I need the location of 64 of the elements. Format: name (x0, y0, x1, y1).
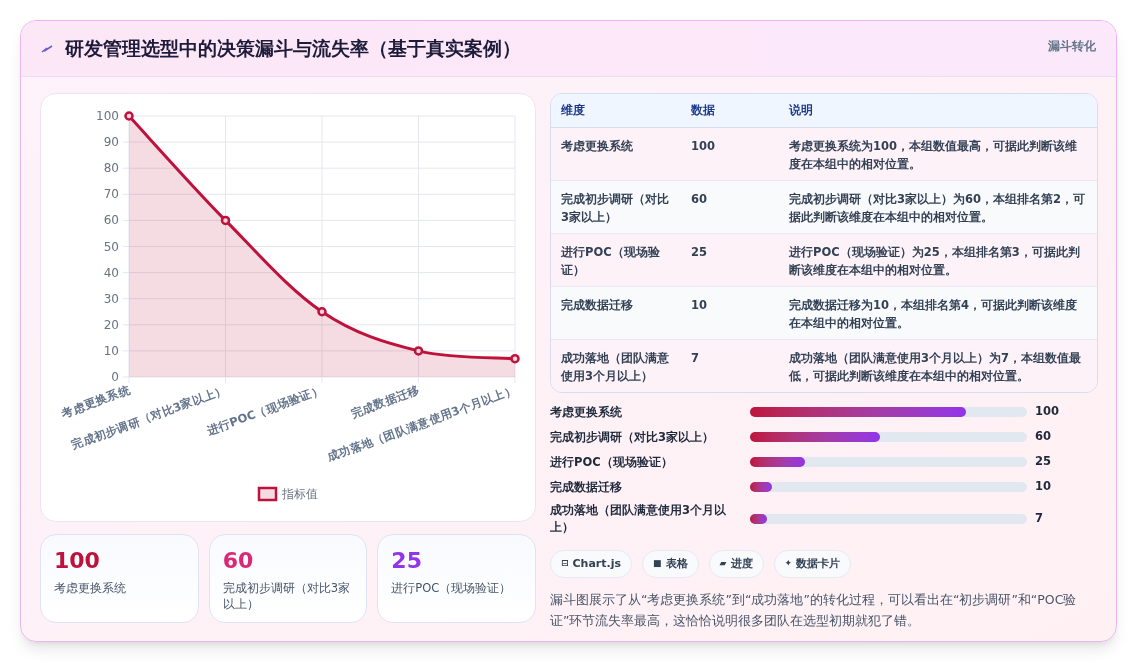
progress-value: 100 (1035, 403, 1059, 421)
y-axis-label: 20 (103, 317, 119, 332)
header-tag: 漏斗转化 (1048, 37, 1096, 55)
data-point (317, 307, 327, 317)
progress-value: 7 (1035, 510, 1043, 528)
progress-label: 成功落地（团队满意使用3个月以上） (550, 502, 727, 536)
table-cell: 完成初步调研（对比3家以上）为60，本组排名第2，可据此判断该维度在本组中的相对位置。 (779, 180, 1097, 233)
progress-value: 60 (1035, 428, 1051, 446)
y-axis-label: 80 (103, 161, 119, 176)
chip-icon: ✦ (784, 557, 793, 571)
stat-value: 100 (54, 548, 101, 574)
table-cell: 考虑更换系统 (551, 127, 681, 180)
table-cell: 10 (681, 286, 779, 339)
y-axis-label: 100 (96, 109, 119, 123)
stat-label: 考虑更换系统 (54, 580, 127, 596)
chip-icon: ⊟ (561, 557, 569, 571)
table-cell: 成功落地（团队满意使用3个月以上）为7，本组数值最低，可据此判断该维度在本组中的相对位置。 (779, 339, 1097, 392)
y-axis-label: 40 (103, 265, 119, 280)
y-axis-label: 60 (103, 213, 119, 228)
chip-label: 表格 (665, 555, 688, 572)
progress-label: 完成初步调研（对比3家以上） (550, 428, 715, 446)
table-cell: 进行POC（现场验证） (551, 233, 681, 286)
column-header: 维度 (551, 94, 681, 127)
y-axis-label: 0 (111, 370, 119, 384)
lightning-icon (41, 43, 53, 54)
y-axis-label: 10 (103, 343, 119, 358)
column-header: 说明 (779, 94, 1097, 127)
table-cell: 100 (681, 127, 779, 180)
progress-label: 考虑更换系统 (550, 403, 623, 421)
page-title: 研发管理选型中的决策漏斗与流失率（基于真实案例） (65, 36, 521, 62)
table-cell: 25 (681, 233, 779, 286)
chip-label: Chart.js (572, 555, 622, 572)
stat-value: 60 (222, 548, 255, 574)
data-point (413, 346, 424, 356)
chip-label: 进度 (730, 555, 753, 572)
legend-label: 指标值 (282, 487, 318, 501)
chip-icon: ▰ (719, 557, 727, 571)
table-cell: 成功落地（团队满意使用3个月以上） (551, 339, 681, 392)
table-cell: 考虑更换系统为100，本组数值最高，可据此判断该维度在本组中的相对位置。 (779, 127, 1097, 180)
stat-label: 进行POC（现场验证） (391, 580, 513, 596)
table-cell: 完成数据迁移为10，本组排名第4，可据此判断该维度在本组中的相对位置。 (779, 286, 1097, 339)
y-axis-label: 50 (103, 239, 119, 254)
y-axis-label: 90 (103, 135, 119, 150)
y-axis-label: 70 (103, 187, 119, 202)
column-header: 数据 (681, 94, 779, 127)
progress-value: 10 (1035, 478, 1051, 496)
table-cell: 60 (681, 180, 779, 233)
table-cell: 进行POC（现场验证）为25，本组排名第3，可据此判断该维度在本组中的相对位置。 (779, 233, 1097, 286)
data-point (124, 111, 134, 121)
stat-value: 25 (391, 548, 423, 574)
data-point (510, 354, 520, 364)
chip-label: 数据卡片 (796, 555, 841, 572)
y-axis-label: 30 (103, 291, 119, 306)
legend-swatch (257, 486, 278, 502)
summary-text: 漏斗图展示了从“考虑更换系统”到“成功落地”的转化过程，可以看出在“初步调研”和“POC验证”环节流失率最高，这恰恰说明很多团队在选型初期就犯了错。 (550, 591, 1078, 630)
table-cell: 完成初步调研（对比3家以上） (551, 180, 681, 233)
table-cell: 完成数据迁移 (551, 286, 681, 339)
progress-value: 25 (1035, 453, 1051, 471)
chip-icon: ■ (653, 557, 662, 571)
stat-label: 完成初步调研（对比3家以上） (222, 580, 351, 612)
table-cell: 7 (681, 339, 779, 392)
progress-label: 完成数据迁移 (550, 478, 623, 496)
progress-label: 进行POC（现场验证） (550, 453, 674, 471)
data-point (220, 215, 231, 226)
